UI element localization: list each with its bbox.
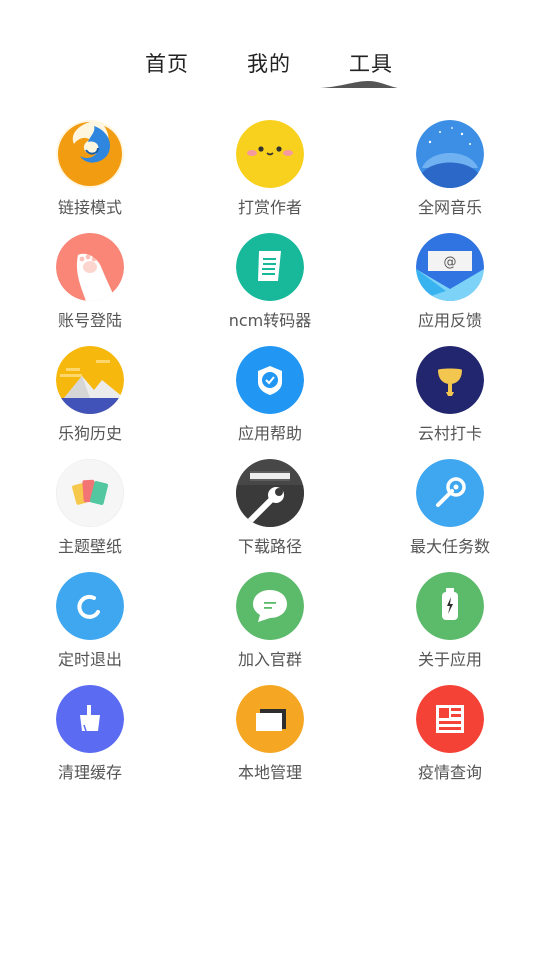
tab-tools[interactable]: 工具 [349, 48, 393, 78]
night-hill-icon [416, 120, 484, 188]
tool-label: 链接模式 [57, 198, 122, 217]
tool-label: 清理缓存 [57, 763, 122, 782]
folder-icon [236, 685, 304, 753]
tool-label: 全网音乐 [417, 198, 482, 217]
tool-label: 最大任务数 [409, 537, 490, 556]
tool-all-music[interactable]: 全网音乐 [360, 120, 540, 233]
tool-label: 应用帮助 [237, 424, 302, 443]
chat-bubble-icon [236, 572, 304, 640]
tool-clear-cache[interactable]: 清理缓存 [0, 685, 180, 798]
tool-theme-wallpaper[interactable]: 主题壁纸 [0, 459, 180, 572]
broom-icon [56, 685, 124, 753]
tab-home[interactable]: 首页 [145, 48, 189, 78]
tool-label: 下载路径 [237, 537, 302, 556]
document-icon [236, 233, 304, 301]
tool-label: 账号登陆 [57, 311, 122, 330]
newspaper-icon [416, 685, 484, 753]
tool-label: 主题壁纸 [57, 537, 122, 556]
mountain-sunset-icon [56, 346, 124, 414]
tool-label: 本地管理 [237, 763, 302, 782]
top-tab-bar: 首页 我的 工具 [0, 48, 540, 98]
wrench-folder-icon [236, 459, 304, 527]
tool-timed-exit[interactable]: 定时退出 [0, 572, 180, 685]
tool-label: 打赏作者 [237, 198, 302, 217]
tool-app-help[interactable]: 应用帮助 [180, 346, 360, 459]
tab-mine[interactable]: 我的 [247, 48, 291, 78]
tool-label: 加入官群 [237, 650, 302, 669]
tool-link-mode[interactable]: 链接模式 [0, 120, 180, 233]
svg-text:@: @ [444, 255, 457, 270]
tool-label: 关于应用 [417, 650, 482, 669]
tool-max-tasks[interactable]: 最大任务数 [360, 459, 540, 572]
shield-check-icon [236, 346, 304, 414]
trophy-icon [416, 346, 484, 414]
wrench-icon [416, 459, 484, 527]
tool-label: 疫情查询 [417, 763, 482, 782]
tool-local-manage[interactable]: 本地管理 [180, 685, 360, 798]
refresh-icon [56, 572, 124, 640]
tool-label: ncm转码器 [228, 311, 312, 330]
tool-epidemic-query[interactable]: 疫情查询 [360, 685, 540, 798]
tool-history[interactable]: 乐狗历史 [0, 346, 180, 459]
paw-icon [56, 233, 124, 301]
tool-about-app[interactable]: 关于应用 [360, 572, 540, 685]
tool-cloud-checkin[interactable]: 云村打卡 [360, 346, 540, 459]
firefox-icon [56, 120, 124, 188]
tool-label: 定时退出 [57, 650, 122, 669]
tool-account-login[interactable]: 账号登陆 [0, 233, 180, 346]
active-tab-indicator [320, 81, 398, 88]
email-icon: @ [416, 233, 484, 301]
tool-reward-author[interactable]: 打赏作者 [180, 120, 360, 233]
tool-download-path[interactable]: 下载路径 [180, 459, 360, 572]
battery-bottle-icon [416, 572, 484, 640]
tool-ncm-converter[interactable]: ncm转码器 [180, 233, 360, 346]
tool-app-feedback[interactable]: @ 应用反馈 [360, 233, 540, 346]
smiley-face-icon [236, 120, 304, 188]
tool-label: 云村打卡 [417, 424, 482, 443]
tool-label: 应用反馈 [417, 311, 482, 330]
tool-label: 乐狗历史 [57, 424, 122, 443]
color-cards-icon [56, 459, 124, 527]
tool-join-group[interactable]: 加入官群 [180, 572, 360, 685]
